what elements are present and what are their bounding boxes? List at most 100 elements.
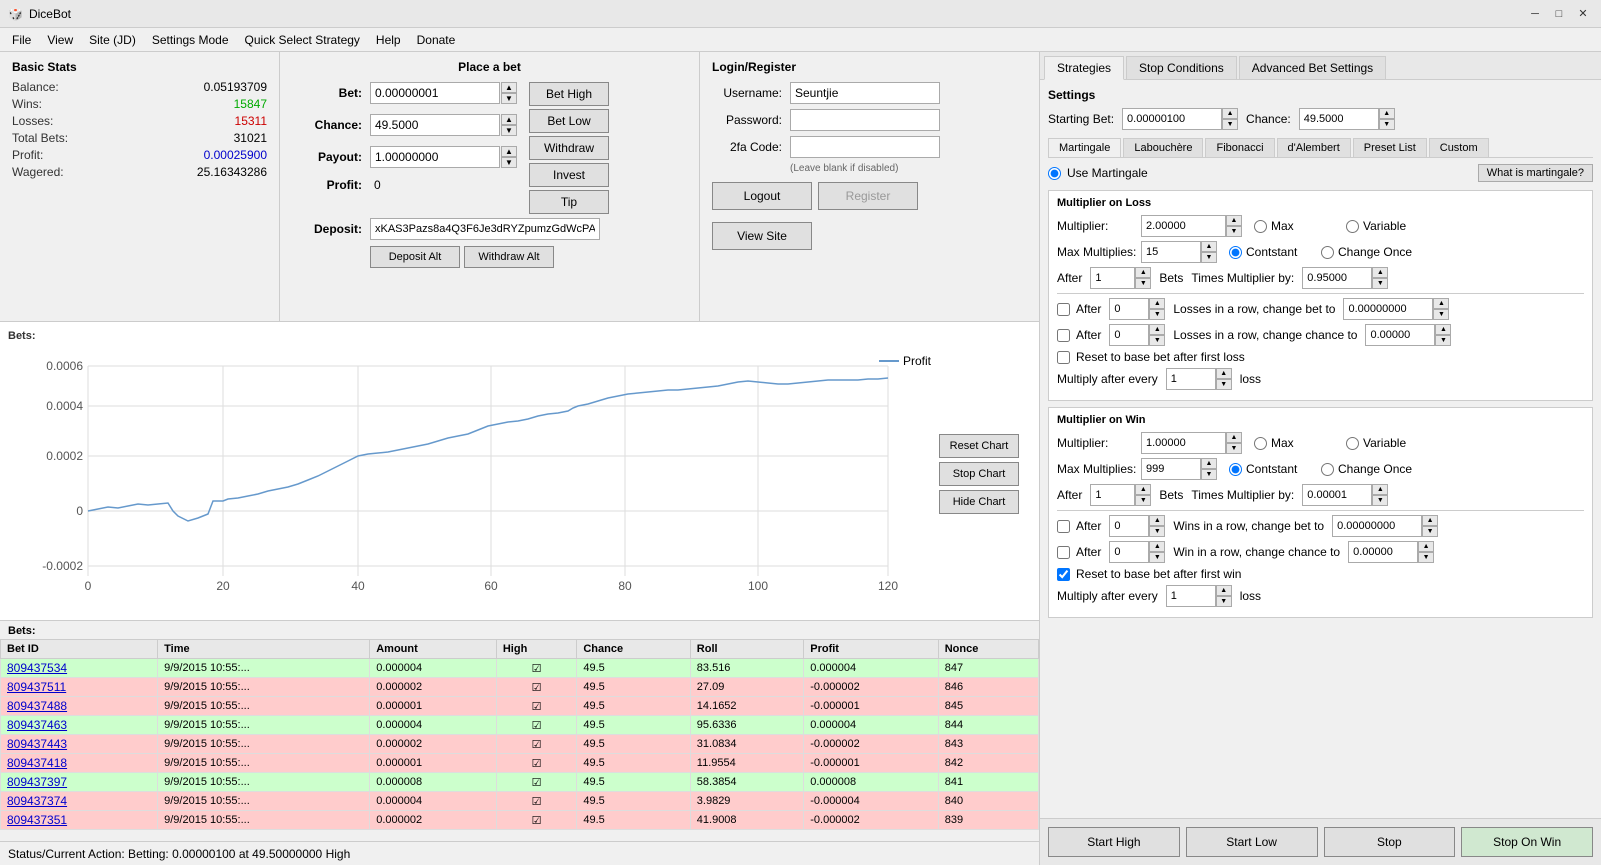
win-max-multiples-up[interactable]: ▲ bbox=[1201, 458, 1217, 469]
use-martingale-radio[interactable] bbox=[1048, 167, 1061, 180]
loss-change-chance-checkbox[interactable] bbox=[1057, 329, 1070, 342]
win-multiplier-down[interactable]: ▼ bbox=[1226, 443, 1242, 454]
bet-id-link[interactable]: 809437351 bbox=[7, 813, 67, 827]
withdraw-button[interactable]: Withdraw bbox=[529, 136, 609, 160]
tab-advanced-bet[interactable]: Advanced Bet Settings bbox=[1239, 56, 1386, 79]
win-row2-chance-up[interactable]: ▲ bbox=[1418, 541, 1434, 552]
bet-id-link[interactable]: 809437374 bbox=[7, 794, 67, 808]
invest-button[interactable]: Invest bbox=[529, 163, 609, 187]
start-low-button[interactable]: Start Low bbox=[1186, 827, 1318, 857]
view-site-button[interactable]: View Site bbox=[712, 222, 812, 250]
strat-tab-preset[interactable]: Preset List bbox=[1353, 138, 1427, 157]
win-after-input[interactable] bbox=[1090, 484, 1135, 506]
twofa-input[interactable] bbox=[790, 136, 940, 158]
stop-chart-button[interactable]: Stop Chart bbox=[939, 462, 1019, 486]
loss-row2-chance-down[interactable]: ▼ bbox=[1435, 335, 1451, 346]
loss-row2-down[interactable]: ▼ bbox=[1149, 335, 1165, 346]
menu-donate[interactable]: Donate bbox=[409, 31, 464, 49]
reset-chart-button[interactable]: Reset Chart bbox=[939, 434, 1019, 458]
loss-after-input[interactable] bbox=[1090, 267, 1135, 289]
win-variable-radio[interactable] bbox=[1346, 437, 1359, 450]
bet-amount-down[interactable]: ▼ bbox=[501, 93, 517, 104]
max-multiples-input[interactable] bbox=[1141, 241, 1201, 263]
strat-tab-labouchere[interactable]: Labouchère bbox=[1123, 138, 1203, 157]
bet-payout-input[interactable] bbox=[370, 146, 500, 168]
loss-row2-chance-up[interactable]: ▲ bbox=[1435, 324, 1451, 335]
multiply-every-win-input[interactable] bbox=[1166, 585, 1216, 607]
tip-button[interactable]: Tip bbox=[529, 190, 609, 214]
loss-constant-radio[interactable] bbox=[1229, 246, 1242, 259]
menu-settings[interactable]: Settings Mode bbox=[144, 31, 237, 49]
bet-id-link[interactable]: 809437511 bbox=[7, 680, 66, 694]
maximize-button[interactable]: □ bbox=[1549, 4, 1569, 24]
win-change-bet-checkbox[interactable] bbox=[1057, 520, 1070, 533]
bet-chance-down[interactable]: ▼ bbox=[501, 125, 517, 136]
bet-payout-up[interactable]: ▲ bbox=[501, 146, 517, 157]
bets-table-wrap[interactable]: Bet ID Time Amount High Chance Roll Prof… bbox=[0, 639, 1039, 839]
loss-multiplier-up[interactable]: ▲ bbox=[1226, 215, 1242, 226]
username-input[interactable] bbox=[790, 82, 940, 104]
win-change-once-radio[interactable] bbox=[1321, 463, 1334, 476]
times-mult-input[interactable] bbox=[1302, 267, 1372, 289]
menu-file[interactable]: File bbox=[4, 31, 39, 49]
win-after-up[interactable]: ▲ bbox=[1135, 484, 1151, 495]
password-input[interactable] bbox=[790, 109, 940, 131]
loss-change-bet-checkbox[interactable] bbox=[1057, 303, 1070, 316]
win-max-radio[interactable] bbox=[1254, 437, 1267, 450]
starting-bet-input[interactable] bbox=[1122, 108, 1222, 130]
menu-strategy[interactable]: Quick Select Strategy bbox=[237, 31, 368, 49]
minimize-button[interactable]: ─ bbox=[1525, 4, 1545, 24]
stop-on-win-button[interactable]: Stop On Win bbox=[1461, 827, 1593, 857]
hide-chart-button[interactable]: Hide Chart bbox=[939, 490, 1019, 514]
bet-id-link[interactable]: 809437534 bbox=[7, 661, 67, 675]
loss-multiplier-down[interactable]: ▼ bbox=[1226, 226, 1242, 237]
register-button[interactable]: Register bbox=[818, 182, 918, 210]
loss-max-radio[interactable] bbox=[1254, 220, 1267, 233]
tab-stop-conditions[interactable]: Stop Conditions bbox=[1126, 56, 1237, 79]
strat-tab-fibonacci[interactable]: Fibonacci bbox=[1205, 138, 1274, 157]
win-times-mult-up[interactable]: ▲ bbox=[1372, 484, 1388, 495]
bet-id-link[interactable]: 809437418 bbox=[7, 756, 67, 770]
win-row2-val-input[interactable] bbox=[1109, 541, 1149, 563]
chance-setting-input[interactable] bbox=[1299, 108, 1379, 130]
stop-button[interactable]: Stop bbox=[1324, 827, 1456, 857]
win-after-down[interactable]: ▼ bbox=[1135, 495, 1151, 506]
deposit-alt-button[interactable]: Deposit Alt bbox=[370, 246, 460, 268]
loss-row1-down[interactable]: ▼ bbox=[1149, 309, 1165, 320]
loss-variable-radio[interactable] bbox=[1346, 220, 1359, 233]
loss-row1-bet-up[interactable]: ▲ bbox=[1433, 298, 1449, 309]
loss-after-up[interactable]: ▲ bbox=[1135, 267, 1151, 278]
bet-amount-up[interactable]: ▲ bbox=[501, 82, 517, 93]
win-multiplier-up[interactable]: ▲ bbox=[1226, 432, 1242, 443]
win-times-mult-input[interactable] bbox=[1302, 484, 1372, 506]
bet-id-link[interactable]: 809437488 bbox=[7, 699, 67, 713]
win-row1-down[interactable]: ▼ bbox=[1149, 526, 1165, 537]
win-change-chance-checkbox[interactable] bbox=[1057, 546, 1070, 559]
starting-bet-up[interactable]: ▲ bbox=[1222, 108, 1238, 119]
bet-id-link[interactable]: 809437463 bbox=[7, 718, 67, 732]
strat-tab-custom[interactable]: Custom bbox=[1429, 138, 1489, 157]
loss-row1-up[interactable]: ▲ bbox=[1149, 298, 1165, 309]
deposit-input[interactable] bbox=[370, 218, 600, 240]
multiply-every-loss-up[interactable]: ▲ bbox=[1216, 368, 1232, 379]
reset-base-loss-checkbox[interactable] bbox=[1057, 351, 1070, 364]
bet-chance-up[interactable]: ▲ bbox=[501, 114, 517, 125]
loss-change-once-radio[interactable] bbox=[1321, 246, 1334, 259]
logout-button[interactable]: Logout bbox=[712, 182, 812, 210]
loss-row2-chance-input[interactable] bbox=[1365, 324, 1435, 346]
menu-help[interactable]: Help bbox=[368, 31, 409, 49]
chance-setting-down[interactable]: ▼ bbox=[1379, 119, 1395, 130]
strat-tab-dalembert[interactable]: d'Alembert bbox=[1277, 138, 1351, 157]
times-mult-up[interactable]: ▲ bbox=[1372, 267, 1388, 278]
menu-view[interactable]: View bbox=[39, 31, 81, 49]
close-button[interactable]: ✕ bbox=[1573, 4, 1593, 24]
win-row1-bet-down[interactable]: ▼ bbox=[1422, 526, 1438, 537]
strat-tab-martingale[interactable]: Martingale bbox=[1048, 138, 1121, 157]
chance-setting-up[interactable]: ▲ bbox=[1379, 108, 1395, 119]
times-mult-down[interactable]: ▼ bbox=[1372, 278, 1388, 289]
menu-site[interactable]: Site (JD) bbox=[81, 31, 144, 49]
loss-row2-up[interactable]: ▲ bbox=[1149, 324, 1165, 335]
win-row2-chance-down[interactable]: ▼ bbox=[1418, 552, 1434, 563]
win-multiplier-input[interactable] bbox=[1141, 432, 1226, 454]
win-row2-up[interactable]: ▲ bbox=[1149, 541, 1165, 552]
